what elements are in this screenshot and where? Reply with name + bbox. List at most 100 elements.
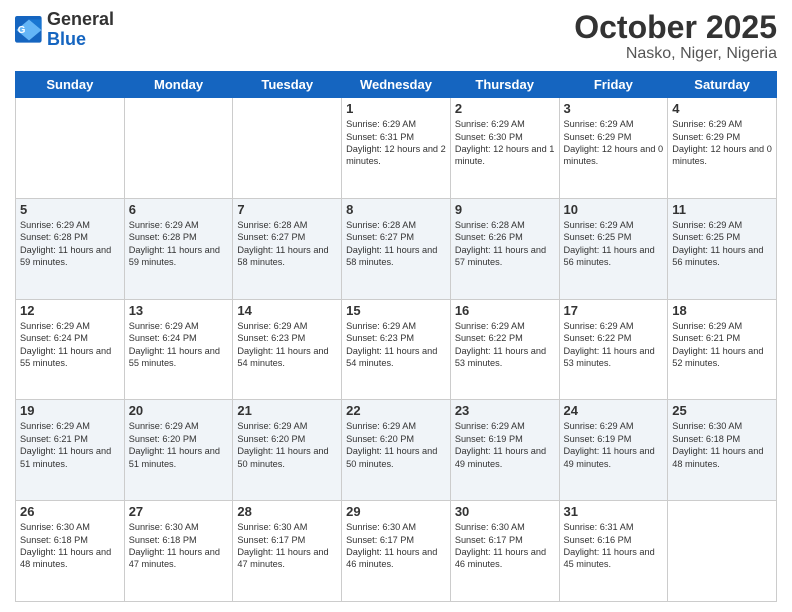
day-info: Sunrise: 6:29 AM Sunset: 6:24 PM Dayligh…	[20, 320, 120, 370]
day-number: 14	[237, 303, 337, 318]
day-info: Sunrise: 6:29 AM Sunset: 6:20 PM Dayligh…	[237, 420, 337, 470]
calendar-cell: 7 Sunrise: 6:28 AM Sunset: 6:27 PM Daylig…	[233, 198, 342, 299]
day-number: 10	[564, 202, 664, 217]
logo: G General Blue	[15, 10, 114, 50]
day-info: Sunrise: 6:29 AM Sunset: 6:20 PM Dayligh…	[346, 420, 446, 470]
day-number: 11	[672, 202, 772, 217]
header: G General Blue October 2025 Nasko, Niger…	[15, 10, 777, 63]
calendar-week-row: 26 Sunrise: 6:30 AM Sunset: 6:18 PM Dayli…	[16, 501, 777, 602]
calendar-week-row: 5 Sunrise: 6:29 AM Sunset: 6:28 PM Daylig…	[16, 198, 777, 299]
day-number: 15	[346, 303, 446, 318]
day-number: 29	[346, 504, 446, 519]
calendar-cell: 5Sunrise: 6:29 AM Sunset: 6:28 PM Daylig…	[16, 198, 125, 299]
calendar-cell	[233, 98, 342, 199]
day-info: Sunrise: 6:29 AM Sunset: 6:22 PM Dayligh…	[455, 320, 555, 370]
calendar-cell: 10 Sunrise: 6:29 AM Sunset: 6:25 PM Dayli…	[559, 198, 668, 299]
calendar-cell: 12 Sunrise: 6:29 AM Sunset: 6:24 PM Dayli…	[16, 299, 125, 400]
calendar-cell: 27 Sunrise: 6:30 AM Sunset: 6:18 PM Dayli…	[124, 501, 233, 602]
calendar-cell: 6 Sunrise: 6:29 AM Sunset: 6:28 PM Daylig…	[124, 198, 233, 299]
calendar-cell: 20 Sunrise: 6:29 AM Sunset: 6:20 PM Dayli…	[124, 400, 233, 501]
day-number: 25	[672, 403, 772, 418]
day-number: 21	[237, 403, 337, 418]
day-info: Sunrise: 6:30 AM Sunset: 6:18 PM Dayligh…	[20, 521, 120, 571]
day-of-week-header: Wednesday	[342, 72, 451, 98]
day-info: Sunrise: 6:28 AM Sunset: 6:27 PM Dayligh…	[237, 219, 337, 269]
day-info: Sunrise: 6:30 AM Sunset: 6:17 PM Dayligh…	[346, 521, 446, 571]
logo-icon: G	[15, 16, 43, 44]
calendar-cell: 14 Sunrise: 6:29 AM Sunset: 6:23 PM Dayli…	[233, 299, 342, 400]
calendar-cell: 11 Sunrise: 6:29 AM Sunset: 6:25 PM Dayli…	[668, 198, 777, 299]
day-info: Sunrise: 6:29 AM Sunset: 6:21 PM Dayligh…	[672, 320, 772, 370]
day-number: 8	[346, 202, 446, 217]
day-of-week-header: Sunday	[16, 72, 125, 98]
day-number: 12	[20, 303, 120, 318]
title-block: October 2025 Nasko, Niger, Nigeria	[574, 10, 777, 63]
day-number: 28	[237, 504, 337, 519]
calendar-cell: 25 Sunrise: 6:30 AM Sunset: 6:18 PM Dayli…	[668, 400, 777, 501]
day-of-week-header: Friday	[559, 72, 668, 98]
day-number: 7	[237, 202, 337, 217]
day-info: Sunrise: 6:29 AM Sunset: 6:23 PM Dayligh…	[346, 320, 446, 370]
day-number: 27	[129, 504, 229, 519]
day-number: 3	[564, 101, 664, 116]
calendar-cell: 30Sunrise: 6:30 AM Sunset: 6:17 PM Dayli…	[450, 501, 559, 602]
calendar-cell: 19Sunrise: 6:29 AM Sunset: 6:21 PM Dayli…	[16, 400, 125, 501]
calendar-cell: 2Sunrise: 6:29 AM Sunset: 6:30 PM Daylig…	[450, 98, 559, 199]
day-number: 23	[455, 403, 555, 418]
day-info: Sunrise: 6:29 AM Sunset: 6:28 PM Dayligh…	[129, 219, 229, 269]
day-number: 13	[129, 303, 229, 318]
month-title: October 2025	[574, 10, 777, 45]
calendar-cell: 17Sunrise: 6:29 AM Sunset: 6:22 PM Dayli…	[559, 299, 668, 400]
day-info: Sunrise: 6:29 AM Sunset: 6:20 PM Dayligh…	[129, 420, 229, 470]
day-info: Sunrise: 6:29 AM Sunset: 6:29 PM Dayligh…	[672, 118, 772, 168]
day-of-week-header: Thursday	[450, 72, 559, 98]
calendar-cell: 26 Sunrise: 6:30 AM Sunset: 6:18 PM Dayli…	[16, 501, 125, 602]
day-number: 6	[129, 202, 229, 217]
day-info: Sunrise: 6:30 AM Sunset: 6:18 PM Dayligh…	[672, 420, 772, 470]
day-info: Sunrise: 6:29 AM Sunset: 6:25 PM Dayligh…	[564, 219, 664, 269]
day-number: 30	[455, 504, 555, 519]
calendar-cell: 18 Sunrise: 6:29 AM Sunset: 6:21 PM Dayli…	[668, 299, 777, 400]
day-number: 19	[20, 403, 120, 418]
day-number: 16	[455, 303, 555, 318]
calendar-header-row: SundayMondayTuesdayWednesdayThursdayFrid…	[16, 72, 777, 98]
day-info: Sunrise: 6:30 AM Sunset: 6:17 PM Dayligh…	[237, 521, 337, 571]
day-number: 2	[455, 101, 555, 116]
logo-text: General Blue	[47, 10, 114, 50]
day-number: 24	[564, 403, 664, 418]
day-number: 4	[672, 101, 772, 116]
page: G General Blue October 2025 Nasko, Niger…	[0, 0, 792, 612]
day-number: 9	[455, 202, 555, 217]
day-number: 20	[129, 403, 229, 418]
calendar-cell: 24 Sunrise: 6:29 AM Sunset: 6:19 PM Dayli…	[559, 400, 668, 501]
calendar-cell: 22 Sunrise: 6:29 AM Sunset: 6:20 PM Dayli…	[342, 400, 451, 501]
day-info: Sunrise: 6:28 AM Sunset: 6:26 PM Dayligh…	[455, 219, 555, 269]
location: Nasko, Niger, Nigeria	[574, 45, 777, 63]
calendar-cell: 13Sunrise: 6:29 AM Sunset: 6:24 PM Dayli…	[124, 299, 233, 400]
calendar-table: SundayMondayTuesdayWednesdayThursdayFrid…	[15, 71, 777, 602]
day-info: Sunrise: 6:29 AM Sunset: 6:19 PM Dayligh…	[564, 420, 664, 470]
calendar-cell: 23Sunrise: 6:29 AM Sunset: 6:19 PM Dayli…	[450, 400, 559, 501]
day-number: 5	[20, 202, 120, 217]
calendar-week-row: 1Sunrise: 6:29 AM Sunset: 6:31 PM Daylig…	[16, 98, 777, 199]
day-info: Sunrise: 6:29 AM Sunset: 6:25 PM Dayligh…	[672, 219, 772, 269]
calendar-cell: 29 Sunrise: 6:30 AM Sunset: 6:17 PM Dayli…	[342, 501, 451, 602]
day-info: Sunrise: 6:31 AM Sunset: 6:16 PM Dayligh…	[564, 521, 664, 571]
day-info: Sunrise: 6:29 AM Sunset: 6:31 PM Dayligh…	[346, 118, 446, 168]
day-info: Sunrise: 6:30 AM Sunset: 6:18 PM Dayligh…	[129, 521, 229, 571]
calendar-cell: 8 Sunrise: 6:28 AM Sunset: 6:27 PM Daylig…	[342, 198, 451, 299]
day-info: Sunrise: 6:28 AM Sunset: 6:27 PM Dayligh…	[346, 219, 446, 269]
day-of-week-header: Saturday	[668, 72, 777, 98]
calendar-cell: 16 Sunrise: 6:29 AM Sunset: 6:22 PM Dayli…	[450, 299, 559, 400]
day-number: 18	[672, 303, 772, 318]
calendar-cell: 28 Sunrise: 6:30 AM Sunset: 6:17 PM Dayli…	[233, 501, 342, 602]
day-number: 31	[564, 504, 664, 519]
calendar-cell: 9 Sunrise: 6:28 AM Sunset: 6:26 PM Daylig…	[450, 198, 559, 299]
day-number: 26	[20, 504, 120, 519]
svg-text:G: G	[18, 25, 26, 36]
day-info: Sunrise: 6:29 AM Sunset: 6:22 PM Dayligh…	[564, 320, 664, 370]
day-number: 22	[346, 403, 446, 418]
day-info: Sunrise: 6:29 AM Sunset: 6:23 PM Dayligh…	[237, 320, 337, 370]
logo-blue-text: Blue	[47, 29, 86, 49]
calendar-cell	[16, 98, 125, 199]
